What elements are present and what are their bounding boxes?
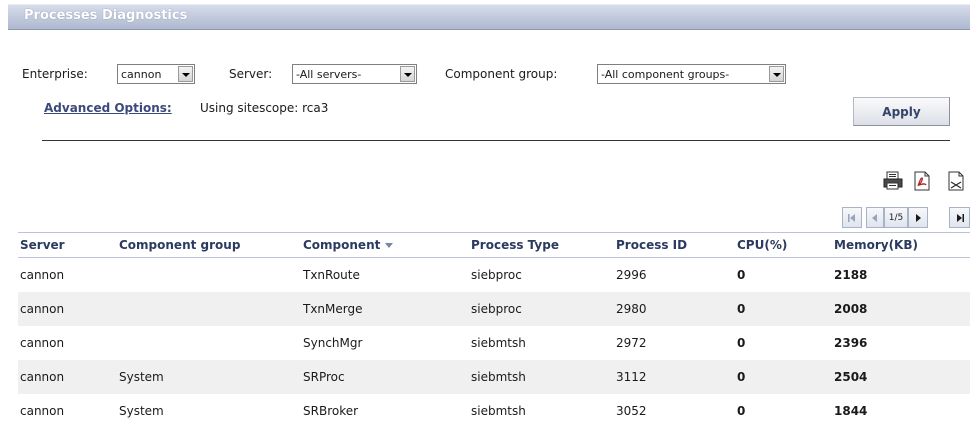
cell-process-id: 2980 [614,291,735,326]
panel-title: Processes Diagnostics [24,8,188,23]
enterprise-select-value: cannon [121,67,162,81]
processes-table: Server Component group Component Process… [18,232,970,428]
chevron-down-icon[interactable] [769,66,784,82]
cell-server: cannon [18,325,117,360]
cell-cpu: 0 [735,393,832,428]
chevron-down-icon[interactable] [178,66,193,82]
panel-title-bar: Processes Diagnostics [8,4,970,30]
cell-cpu: 0 [735,291,832,326]
cell-process-type: siebmtsh [469,325,614,360]
column-header-process-id[interactable]: Process ID [614,232,735,258]
cell-component-group [117,257,301,292]
previous-page-button[interactable] [866,207,884,228]
cell-cpu: 0 [735,359,832,394]
component-group-label: Component group: [445,67,558,81]
chevron-down-icon[interactable] [400,66,415,82]
last-page-button[interactable] [949,207,970,228]
table-header-row: Server Component group Component Process… [18,232,970,258]
component-group-select[interactable]: -All component groups- [597,64,786,84]
cell-process-id: 3052 [614,393,735,428]
sitescope-info: Using sitescope: rca3 [200,101,329,115]
first-page-button[interactable] [842,207,862,228]
table-row[interactable]: cannon TxnMerge siebproc 2980 0 2008 [18,291,970,326]
cell-process-type: siebproc [469,291,614,326]
cell-cpu: 0 [735,257,832,292]
component-group-select-value: -All component groups- [601,67,730,81]
cell-server: cannon [18,393,117,428]
cell-memory: 1844 [832,393,970,428]
server-select-value: -All servers- [296,67,362,81]
next-page-button[interactable] [908,207,928,228]
table-row[interactable]: cannon System SRBroker siebmtsh 3052 0 1844 [18,393,970,428]
print-icon[interactable] [882,170,904,192]
cell-process-id: 2996 [614,257,735,292]
page-indicator: 1/5 [884,207,908,228]
divider [42,140,950,141]
column-header-process-type[interactable]: Process Type [469,232,614,258]
cell-component: SRBroker [301,393,469,428]
cell-component-group [117,325,301,360]
cell-memory: 2188 [832,257,970,292]
server-select[interactable]: -All servers- [292,64,417,84]
cell-component: TxnMerge [301,291,469,326]
cell-server: cannon [18,291,117,326]
cell-server: cannon [18,359,117,394]
column-header-memory[interactable]: Memory(KB) [832,232,970,258]
cell-component-group [117,291,301,326]
enterprise-label: Enterprise: [22,67,88,81]
table-row[interactable]: cannon System SRProc siebmtsh 3112 0 2504 [18,359,970,394]
server-label: Server: [229,67,273,81]
cell-process-type: siebmtsh [469,393,614,428]
cell-cpu: 0 [735,325,832,360]
enterprise-select[interactable]: cannon [117,64,195,84]
cell-memory: 2396 [832,325,970,360]
cell-component: SRProc [301,359,469,394]
pdf-export-icon[interactable] [911,170,933,192]
cell-memory: 2504 [832,359,970,394]
cell-server: cannon [18,257,117,292]
cell-process-id: 2972 [614,325,735,360]
cell-component: TxnRoute [301,257,469,292]
cell-memory: 2008 [832,291,970,326]
cell-process-type: siebproc [469,257,614,292]
column-header-server[interactable]: Server [18,232,117,258]
cell-process-type: siebmtsh [469,359,614,394]
table-row[interactable]: cannon SynchMgr siebmtsh 2972 0 2396 [18,325,970,360]
cell-component-group: System [117,359,301,394]
table-row[interactable]: cannon TxnRoute siebproc 2996 0 2188 [18,257,970,292]
advanced-options-link[interactable]: Advanced Options: [44,101,172,115]
column-header-component[interactable]: Component [301,232,469,258]
cell-component-group: System [117,393,301,428]
apply-button[interactable]: Apply [853,97,950,126]
column-header-component-group[interactable]: Component group [117,232,301,258]
cell-component: SynchMgr [301,325,469,360]
cell-process-id: 3112 [614,359,735,394]
column-header-cpu[interactable]: CPU(%) [735,232,832,258]
sort-descending-icon [385,243,394,248]
excel-export-icon[interactable] [945,170,967,192]
